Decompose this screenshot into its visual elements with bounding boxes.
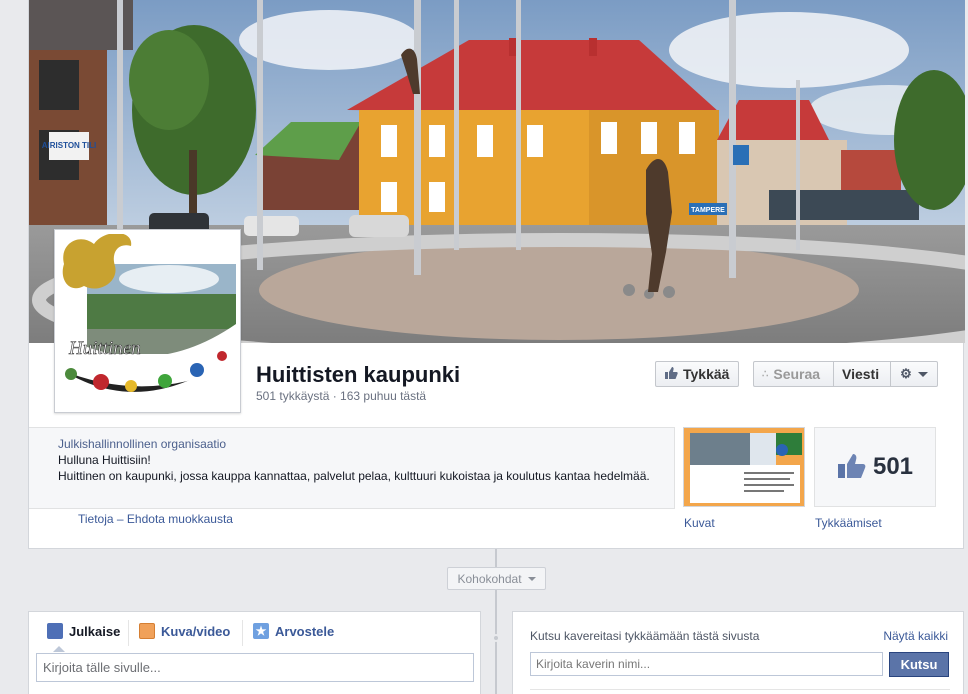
photos-thumbnail[interactable]: [683, 427, 805, 507]
tab-review-label: Arvostele: [275, 623, 335, 639]
rss-icon: ∴: [762, 368, 769, 380]
invite-title: Kutsu kavereitasi tykkäämään tästä sivus…: [530, 629, 760, 643]
tab-post-label: Julkaise: [69, 623, 121, 639]
invite-button[interactable]: Kutsu: [889, 652, 949, 677]
highlights-label: Kohokohdat: [457, 571, 522, 586]
about-box: Julkishallinnollinen organisaatio Hullun…: [29, 427, 675, 509]
page-category[interactable]: Julkishallinnollinen organisaatio: [58, 436, 674, 452]
profile-picture[interactable]: Huittinen: [54, 229, 241, 413]
page-description: Huittinen on kaupunki, jossa kauppa kann…: [58, 469, 650, 483]
highlights-dropdown[interactable]: Kohokohdat: [447, 567, 546, 590]
star-icon: ★: [253, 623, 269, 639]
page-title: Huittisten kaupunki: [256, 362, 461, 387]
tab-divider: [128, 620, 129, 646]
page-header-card: AIRISTON TILI TAMPERE Huittinen Huittist…: [28, 0, 965, 549]
like-label: Tykkää: [683, 366, 730, 382]
thumbs-up-icon: [837, 453, 867, 482]
timeline-dot: [492, 634, 500, 642]
settings-menu-button[interactable]: ⚙: [890, 361, 938, 387]
cover-sign-left: AIRISTON TILI: [42, 141, 97, 150]
photo-icon: [139, 623, 155, 639]
tab-photo-video[interactable]: Kuva/video: [139, 623, 230, 639]
photos-link[interactable]: Kuvat: [684, 516, 715, 530]
tab-photo-video-label: Kuva/video: [161, 623, 231, 639]
follow-button[interactable]: ∴ Seuraa: [753, 361, 834, 387]
about-links[interactable]: Tietoja – Ehdota muokkausta: [78, 512, 233, 526]
tab-review[interactable]: ★ Arvostele: [253, 623, 334, 639]
page-tagline: Hulluna Huittisiin!: [58, 453, 151, 467]
post-input[interactable]: [36, 653, 474, 682]
invite-friends-box: Kutsu kavereitasi tykkäämään tästä sivus…: [512, 611, 964, 694]
likes-tile[interactable]: 501: [814, 427, 936, 507]
tab-divider: [242, 620, 243, 646]
like-button[interactable]: Tykkää: [655, 361, 739, 387]
profile-wordmark: Huittinen: [68, 338, 141, 359]
cover-sign-road: TAMPERE: [691, 207, 725, 214]
likes-link[interactable]: Tykkäämiset: [815, 516, 882, 530]
message-label: Viesti: [842, 366, 880, 382]
see-all-link[interactable]: Näytä kaikki: [883, 629, 948, 643]
follow-label: Seuraa: [773, 366, 821, 382]
chevron-down-icon: [527, 576, 536, 581]
friend-name-input[interactable]: [530, 652, 883, 676]
page-stats: 501 tykkäystä · 163 puhuu tästä: [256, 389, 427, 403]
likes-count: 501: [872, 453, 914, 480]
divider: [530, 689, 950, 690]
active-tab-pointer: [53, 646, 65, 652]
chevron-down-icon: [917, 371, 928, 377]
message-button[interactable]: Viesti: [833, 361, 891, 387]
post-composer: Julkaise Kuva/video ★ Arvostele: [28, 611, 481, 694]
tab-post[interactable]: Julkaise: [47, 623, 120, 639]
thumbs-up-icon: [664, 366, 678, 383]
pencil-icon: [47, 623, 63, 639]
gear-icon: ⚙: [900, 366, 912, 381]
